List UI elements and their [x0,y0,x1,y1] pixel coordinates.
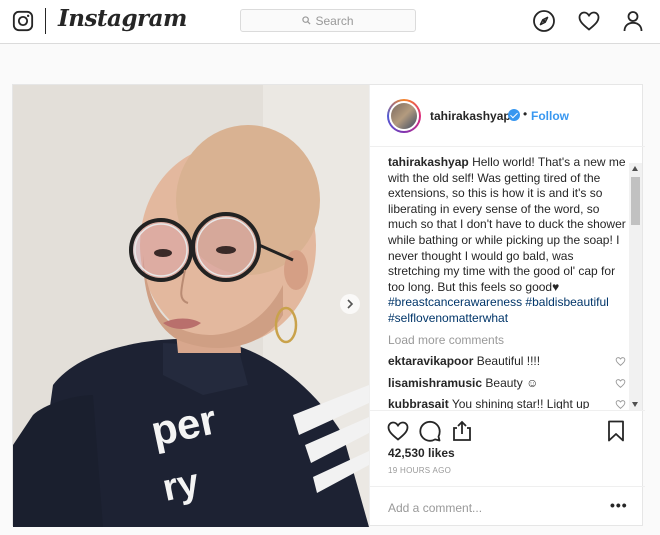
scroll-down-arrow-icon[interactable] [632,402,638,407]
scroll-thumb[interactable] [631,177,640,225]
comment-row: ektaravikapoor Beautiful !!!! [388,354,626,370]
comment-username[interactable]: kubbrasait [388,397,449,409]
profile-user-icon[interactable] [621,9,645,33]
instagram-glyph-icon[interactable] [12,10,34,32]
logo-divider [45,8,46,34]
comment-row: lisamishramusic Beauty ☺ [388,376,626,392]
post-photo[interactable]: per ry [13,85,369,527]
like-comment-heart-icon[interactable] [615,356,626,367]
search-input[interactable]: Search [240,9,416,32]
comments-list[interactable]: tahirakashyap Hello world! That's a new … [388,155,626,409]
likes-count[interactable]: 42,530 likes [388,446,455,460]
comment-bubble-icon[interactable] [418,419,442,443]
follow-button[interactable]: Follow [531,109,569,123]
like-comment-heart-icon[interactable] [615,378,626,389]
post-card: per ry tahirakashyap • Follow tahirakash… [12,84,645,527]
hashtag[interactable]: #selflovenomatterwhat [388,311,508,325]
post-header: tahirakashyap • Follow [370,85,645,147]
comments-scrollbar[interactable] [629,163,642,410]
post-sidebar: tahirakashyap • Follow tahirakashyap Hel… [369,85,645,527]
save-bookmark-icon[interactable] [604,419,628,443]
activity-heart-icon[interactable] [577,9,601,33]
add-comment-section: Add a comment... ••• [370,486,645,527]
add-comment-input[interactable]: Add a comment... [388,501,482,515]
like-comment-heart-icon[interactable] [615,399,626,409]
post-timestamp[interactable]: 19 HOURS AGO [388,466,451,475]
avatar[interactable] [387,99,421,133]
scroll-up-arrow-icon[interactable] [632,166,638,171]
comment-row: kubbrasait You shining star!! Light up t… [388,397,626,409]
comment-text: Beauty ☺ [485,375,539,390]
search-placeholder: Search [315,13,354,28]
explore-compass-icon[interactable] [532,9,556,33]
like-heart-icon[interactable] [386,419,410,443]
post-photo-illustration: per ry [13,85,369,527]
share-upload-icon[interactable] [450,419,474,443]
hashtag[interactable]: #breastcancerawareness [388,295,522,309]
search-icon [302,16,311,25]
top-nav: Instagram Search [0,0,660,44]
avatar-image [389,101,419,131]
post-caption: tahirakashyap Hello world! That's a new … [388,155,626,327]
header-dot-separator: • [523,107,528,121]
instagram-wordmark[interactable]: Instagram [58,5,187,32]
post-actions [370,410,645,450]
hashtag[interactable]: #baldisbeautiful [525,295,608,309]
load-more-comments-button[interactable]: Load more comments [388,333,626,349]
verified-badge-icon [508,109,520,121]
comment-username[interactable]: ektaravikapoor [388,354,473,368]
post-username[interactable]: tahirakashyap [430,109,511,123]
chevron-right-icon [347,299,354,309]
comment-text: Beautiful !!!! [476,354,541,369]
comment-username[interactable]: lisamishramusic [388,376,482,390]
caption-username[interactable]: tahirakashyap [388,155,469,169]
next-photo-button[interactable] [340,294,360,314]
caption-text: Hello world! That's a new me with the ol… [388,155,626,294]
more-options-button[interactable]: ••• [610,497,628,513]
